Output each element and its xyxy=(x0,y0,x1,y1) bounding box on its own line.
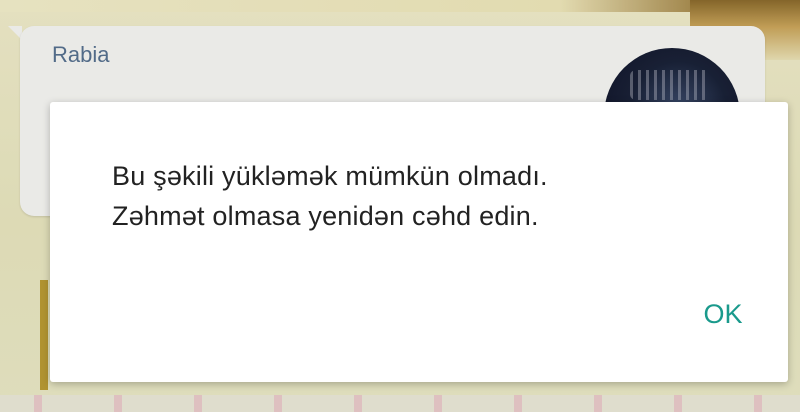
dialog-message-line-2: Zəhmət olmasa yenidən cəhd edin. xyxy=(112,201,539,231)
dialog-message: Bu şəkili yükləmək mümkün olmadı. Zəhmət… xyxy=(112,156,752,236)
ok-button[interactable]: OK xyxy=(688,292,758,336)
dialog-message-line-1: Bu şəkili yükləmək mümkün olmadı. xyxy=(112,161,548,191)
error-dialog: Bu şəkili yükləmək mümkün olmadı. Zəhmət… xyxy=(50,102,788,382)
